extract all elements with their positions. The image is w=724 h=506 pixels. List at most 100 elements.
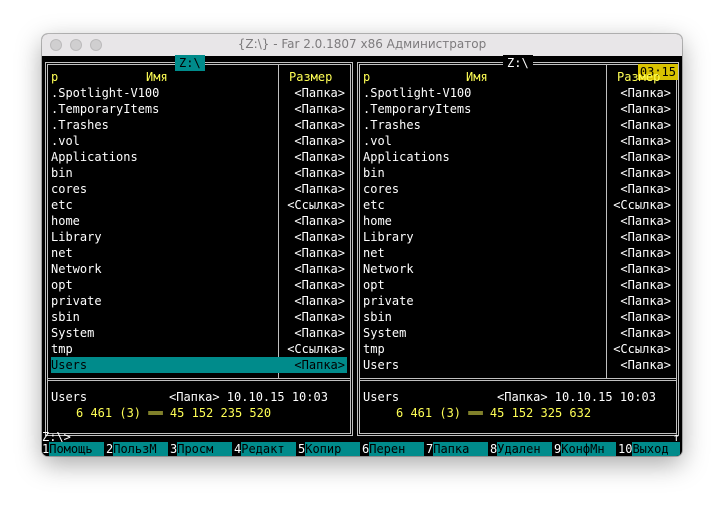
file-name: .Spotlight-V100 (363, 86, 472, 100)
fkey-number: 5 (298, 442, 306, 456)
left-column-header-size[interactable]: Размер (289, 69, 332, 85)
file-row[interactable]: Applications <Папка> (51, 149, 347, 165)
file-row[interactable]: cores <Папка> (51, 181, 347, 197)
fkey-8[interactable]: 8Удален (490, 442, 553, 456)
file-name: .vol (51, 134, 80, 148)
file-row[interactable]: private <Папка> (363, 293, 673, 309)
file-row[interactable]: Users <Папка> (51, 357, 347, 373)
file-row[interactable]: tmp <Ссылка> (51, 341, 347, 357)
file-row[interactable]: System <Папка> (363, 325, 673, 341)
file-name: System (363, 326, 407, 340)
file-name: .TemporaryItems (363, 102, 472, 116)
file-name: private (51, 294, 102, 308)
fkey-1[interactable]: 1Помощь (42, 442, 105, 456)
file-row[interactable]: .vol <Папка> (363, 133, 673, 149)
file-name: Network (51, 262, 102, 276)
file-row[interactable]: home <Папка> (363, 213, 673, 229)
file-size: <Папка> (294, 262, 345, 276)
fkey-5[interactable]: 5Копир (298, 442, 361, 456)
file-size: <Папка> (294, 310, 345, 324)
file-name: etc (51, 198, 73, 212)
file-name: private (363, 294, 414, 308)
file-row[interactable]: sbin <Папка> (363, 309, 673, 325)
file-row[interactable]: .Trashes <Папка> (363, 117, 673, 133)
file-size: <Папка> (294, 326, 345, 340)
file-row[interactable]: Library <Папка> (363, 229, 673, 245)
file-size: <Папка> (620, 310, 671, 324)
fkey-number: 2 (106, 442, 114, 456)
file-size: <Папка> (294, 358, 345, 372)
file-size: <Папка> (620, 230, 671, 244)
file-size: <Ссылка> (613, 198, 671, 212)
file-row[interactable]: .TemporaryItems <Папка> (51, 101, 347, 117)
right-info-separator (360, 378, 676, 381)
file-row[interactable]: .TemporaryItems <Папка> (363, 101, 673, 117)
file-size: <Ссылка> (287, 342, 345, 356)
right-column-header-size[interactable]: Размер (617, 69, 660, 85)
fkey-number: 6 (362, 442, 370, 456)
fkey-number: 4 (234, 442, 242, 456)
file-row[interactable]: private <Папка> (51, 293, 347, 309)
fkey-label: Редакт (241, 442, 297, 456)
file-row[interactable]: System <Папка> (51, 325, 347, 341)
file-row[interactable]: net <Папка> (363, 245, 673, 261)
file-row[interactable]: Network <Папка> (51, 261, 347, 277)
far-window: {Z:\} - Far 2.0.1807 x86 Администратор Z… (42, 34, 682, 456)
file-row[interactable]: etc <Ссылка> (51, 197, 347, 213)
file-name: cores (51, 182, 88, 196)
fkey-label: Просм (177, 442, 233, 456)
right-panel-path[interactable]: Z:\ (503, 55, 533, 71)
file-size: <Папка> (620, 166, 671, 180)
left-panel[interactable]: Z:\ р Имя Размер .Spotlight-V100 <Папка>.… (45, 55, 353, 436)
file-row[interactable]: Network <Папка> (363, 261, 673, 277)
file-row[interactable]: .vol <Папка> (51, 133, 347, 149)
file-row[interactable]: .Trashes <Папка> (51, 117, 347, 133)
file-row[interactable]: net <Папка> (51, 245, 347, 261)
fkey-number: 7 (426, 442, 434, 456)
file-row[interactable]: etc <Ссылка> (363, 197, 673, 213)
file-row[interactable]: bin <Папка> (51, 165, 347, 181)
fkey-label: Папка (433, 442, 489, 456)
file-size: <Папка> (620, 102, 671, 116)
file-row[interactable]: sbin <Папка> (51, 309, 347, 325)
left-panel-path[interactable]: Z:\ (175, 55, 205, 71)
right-panel[interactable]: Z:\ 03:15 р Имя Размер .Spotlight-V100 <П… (357, 55, 679, 436)
file-row[interactable]: .Spotlight-V100 <Папка> (51, 85, 347, 101)
file-name: .Trashes (51, 118, 109, 132)
left-column-header-name[interactable]: Имя (146, 69, 168, 85)
right-column-header-name[interactable]: Имя (466, 69, 488, 85)
window-title: {Z:\} - Far 2.0.1807 x86 Администратор (237, 37, 487, 51)
fkey-10[interactable]: 10Выход (618, 442, 681, 456)
fkey-4[interactable]: 4Редакт (234, 442, 297, 456)
fkey-label: КонфМн (561, 442, 617, 456)
left-column-header-n: р (51, 70, 59, 84)
fkey-label: Выход (632, 442, 681, 456)
left-info-name: Users (51, 390, 88, 404)
file-row[interactable]: tmp <Ссылка> (363, 341, 673, 357)
file-row[interactable]: opt <Папка> (363, 277, 673, 293)
fkey-number: 3 (170, 442, 178, 456)
file-name: bin (51, 166, 73, 180)
file-row[interactable]: opt <Папка> (51, 277, 347, 293)
file-row[interactable]: cores <Папка> (363, 181, 673, 197)
fkey-9[interactable]: 9КонфМн (554, 442, 617, 456)
file-size: <Папка> (294, 166, 345, 180)
file-row[interactable]: Applications <Папка> (363, 149, 673, 165)
file-name: opt (51, 278, 73, 292)
file-size: <Папка> (294, 246, 345, 260)
fkey-6[interactable]: 6Перен (362, 442, 425, 456)
fkey-number: 10 (618, 442, 633, 456)
file-size: <Папка> (294, 118, 345, 132)
file-row[interactable]: Library <Папка> (51, 229, 347, 245)
fkey-3[interactable]: 3Просм (170, 442, 233, 456)
file-name: home (51, 214, 80, 228)
file-row[interactable]: bin <Папка> (363, 165, 673, 181)
title-bar[interactable]: {Z:\} - Far 2.0.1807 x86 Администратор (42, 34, 682, 57)
file-row[interactable]: .Spotlight-V100 <Папка> (363, 85, 673, 101)
fkey-7[interactable]: 7Папка (426, 442, 489, 456)
file-name: cores (363, 182, 400, 196)
file-size: <Папка> (294, 214, 345, 228)
fkey-2[interactable]: 2ПользМ (106, 442, 169, 456)
file-row[interactable]: Users <Папка> (363, 357, 673, 373)
file-row[interactable]: home <Папка> (51, 213, 347, 229)
